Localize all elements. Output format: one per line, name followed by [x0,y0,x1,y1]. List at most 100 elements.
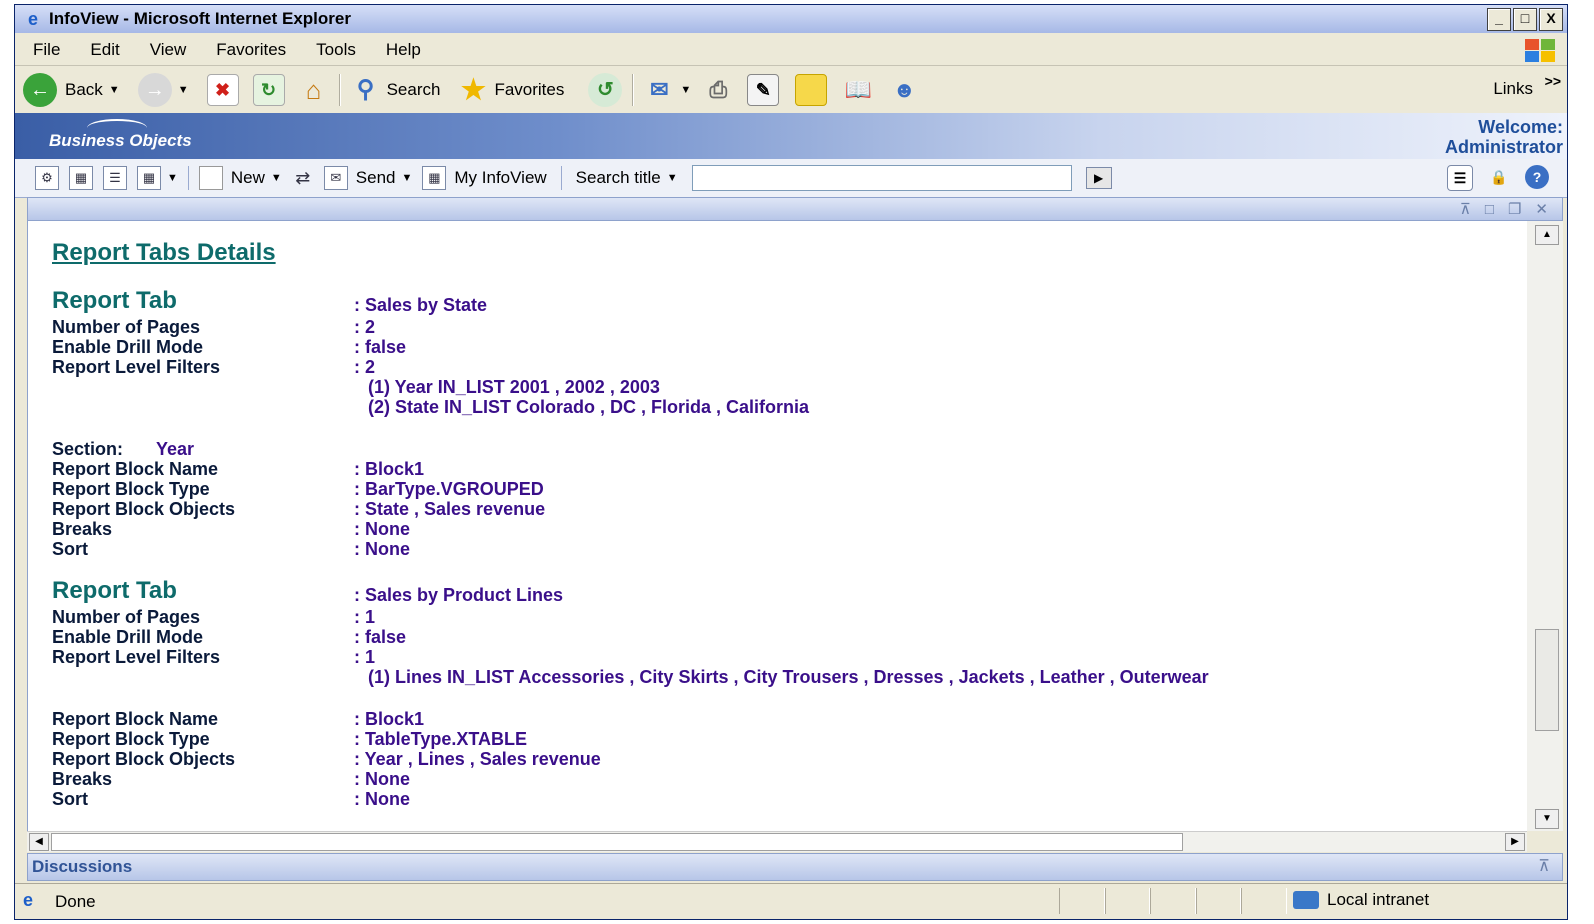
history-icon[interactable]: ↺ [588,73,623,107]
send-dropdown-icon[interactable]: ▼ [402,172,413,184]
block-objects-label: Report Block Objects [52,749,236,769]
minimize-button[interactable]: _ [1487,8,1511,31]
menu-tools[interactable]: Tools [316,40,356,60]
new-dropdown-icon[interactable]: ▼ [271,172,282,184]
search-title-input[interactable] [691,165,1072,191]
report-tabs-details-title[interactable]: Report Tabs Details [52,241,276,265]
back-arrow-icon: ← [23,73,57,107]
research-icon[interactable]: 📖 [843,75,873,105]
breaks-label: Breaks [52,769,113,789]
favorites-star-icon: ★ [460,74,486,105]
send-icon[interactable]: ✉ [323,166,348,190]
window-title: InfoView - Microsoft Internet Explorer [49,9,351,28]
print-icon[interactable]: ⎙ [703,75,733,105]
section-value: Year [156,439,195,459]
search-go-button[interactable]: ▶ [1085,167,1112,189]
scroll-right-icon[interactable]: ▶ [1505,833,1525,851]
help-icon[interactable]: ? [1525,165,1549,189]
my-infoview-button[interactable]: My InfoView [454,168,546,188]
view-dropdown-icon[interactable]: ▼ [167,172,178,184]
refresh-docs-icon[interactable]: ⇄ [292,167,314,189]
forward-button[interactable]: → ▼ [128,73,189,107]
refresh-icon[interactable]: ↻ [252,74,285,106]
maximize-panel-icon[interactable]: □ [1485,201,1494,218]
close-button[interactable]: X [1539,8,1563,31]
num-pages-label: Number of Pages [52,317,201,337]
discussions-label[interactable]: Discussions [32,857,132,877]
search-label: Search [386,80,441,99]
drill-mode-label: Enable Drill Mode [52,627,204,647]
logoff-lock-icon[interactable]: 🔒 [1487,165,1511,189]
tree-icon[interactable]: ▦ [69,166,93,190]
horizontal-scrollbar[interactable]: ◀ ▶ [27,831,1527,852]
my-infoview-icon[interactable]: ▦ [422,166,447,190]
collapse-panel-icon[interactable]: ⊼ [1460,200,1471,218]
scroll-up-icon[interactable]: ▲ [1535,225,1559,245]
search-button[interactable]: ⚲ Search [351,75,441,105]
infoview-toolbar: ⚙ ▦ ☰ ▦ ▼ New ▼ ⇄ ✉ Send ▼ ▦ My InfoView… [15,159,1567,198]
scroll-left-icon[interactable]: ◀ [29,833,49,851]
vertical-scrollbar[interactable]: ▲ ▼ [1527,221,1563,831]
messenger-icon[interactable]: ☻ [889,75,919,105]
document-list-icon[interactable]: ⚙ [35,166,59,190]
menu-bar: File Edit View Favorites Tools Help [15,35,1567,66]
close-panel-icon[interactable]: ✕ [1535,200,1548,218]
list-view-icon[interactable]: ☰ [103,166,127,190]
vertical-scroll-thumb[interactable] [1535,629,1559,731]
intranet-icon [1293,891,1319,909]
filters-label: Report Level Filters [52,357,221,377]
horizontal-scroll-thumb[interactable] [51,833,1183,851]
breaks-value: : None [354,769,410,789]
filters-count: : 2 [354,357,376,377]
welcome-user: Administrator [1444,137,1563,157]
num-pages-label: Number of Pages [52,607,201,627]
workspace-panel-header: ⊼ □ ❐ ✕ [27,197,1563,221]
report-tab-heading: Report Tab [52,287,177,314]
mail-icon[interactable]: ✉ [644,75,674,105]
back-button[interactable]: ← Back ▼ [23,73,120,107]
send-button[interactable]: Send [356,168,396,188]
drill-mode-label: Enable Drill Mode [52,337,204,357]
maximize-button[interactable]: □ [1513,8,1537,31]
report-tab-heading: Report Tab [52,577,177,604]
new-document-icon[interactable] [198,166,223,190]
toolbar-overflow-icon[interactable]: >> [1545,73,1561,89]
stop-icon[interactable]: ✖ [206,74,239,106]
menu-view[interactable]: View [150,40,187,60]
drill-mode-value: : false [354,337,407,357]
favorites-label: Favorites [494,80,565,99]
preferences-icon[interactable]: ☰ [1447,165,1473,191]
restore-panel-icon[interactable]: ❐ [1508,200,1521,218]
new-button[interactable]: New [231,168,265,188]
expand-discussions-icon[interactable]: ⊼ [1538,856,1550,876]
block-name-value: : Block1 [354,709,425,729]
discussions-panel[interactable]: Discussions ⊼ [27,853,1563,881]
home-icon[interactable]: ⌂ [299,75,329,105]
breaks-label: Breaks [52,519,113,539]
search-title-label[interactable]: Search title [576,168,661,188]
favorites-button[interactable]: ★ Favorites [448,75,564,105]
block-type-label: Report Block Type [52,729,210,749]
columns-view-icon[interactable]: ▦ [137,166,161,190]
menu-favorites[interactable]: Favorites [216,40,286,60]
back-dropdown-icon[interactable]: ▼ [109,84,120,96]
scroll-down-icon[interactable]: ▼ [1535,809,1559,829]
menu-edit[interactable]: Edit [90,40,119,60]
ie-icon: e [27,9,38,29]
menu-file[interactable]: File [33,40,60,60]
edit-icon[interactable]: ✎ [747,74,780,106]
search-title-dropdown-icon[interactable]: ▼ [667,172,678,184]
welcome-line: Welcome: [1478,117,1563,137]
links-label[interactable]: Links [1493,79,1533,99]
report-tab-name: : Sales by Product Lines [354,585,564,605]
mail-dropdown-icon[interactable]: ▼ [680,84,691,96]
block-name-value: : Block1 [354,459,425,479]
report-content: Report Tabs Details Report Tab : Sales b… [27,221,1527,831]
forward-dropdown-icon[interactable]: ▼ [178,84,189,96]
standard-toolbar: ← Back ▼ → ▼ ✖ ↻ ⌂ ⚲ Search ★ Favorites … [15,67,1567,114]
section-label: Section: [52,439,124,459]
breaks-value: : None [354,519,410,539]
block-objects-value: : State , Sales revenue [354,499,546,519]
menu-help[interactable]: Help [386,40,421,60]
discuss-icon[interactable] [795,74,828,106]
